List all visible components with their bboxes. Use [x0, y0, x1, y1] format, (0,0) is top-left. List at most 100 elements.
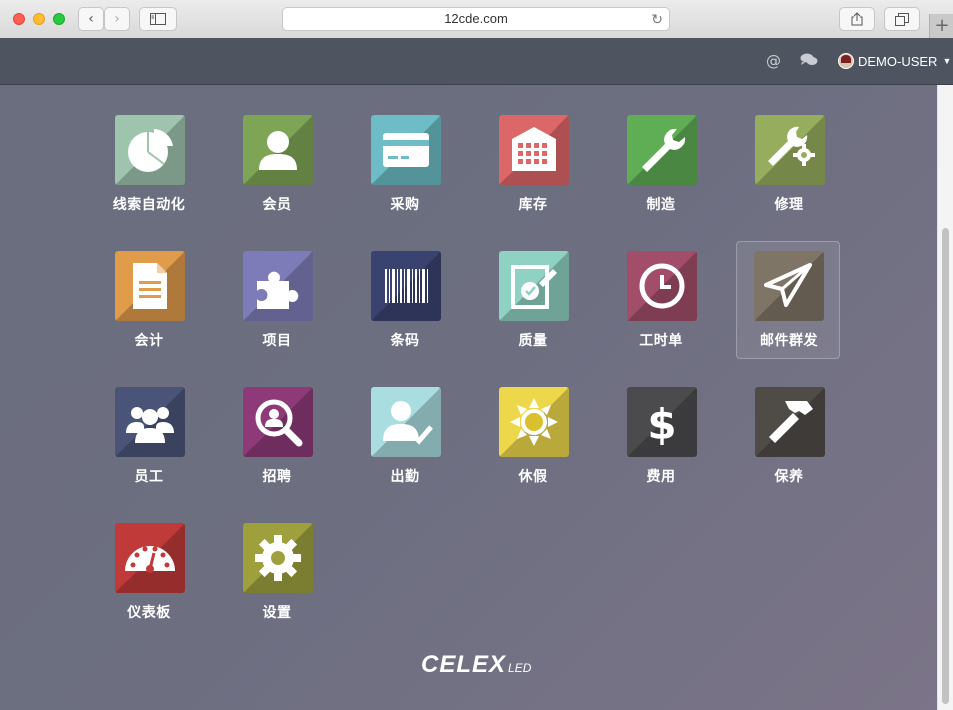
app-settings[interactable]: 设置 [225, 515, 329, 633]
app-tile [371, 251, 441, 321]
reload-icon[interactable]: ↻ [651, 8, 663, 30]
app-tile [627, 251, 697, 321]
app-tile [243, 523, 313, 593]
app-timesheet[interactable]: 工时单 [609, 243, 713, 361]
app-label: 会员 [262, 197, 292, 213]
app-label: 出勤 [390, 469, 420, 485]
user-menu[interactable]: DEMO-USER ▼ [838, 50, 951, 72]
minimize-window-button[interactable] [33, 13, 45, 25]
app-accounting[interactable]: 会计 [97, 243, 201, 361]
chevron-left-icon: ‹ [88, 11, 94, 27]
company-logo: CELEX LED [421, 651, 531, 679]
app-label: 休假 [518, 469, 548, 485]
credit-card-icon [383, 133, 429, 167]
app-navbar: @ DEMO-USER ▼ [0, 38, 953, 85]
app-label: 员工 [134, 469, 164, 485]
user-icon [259, 131, 297, 170]
sidebar-toggle-button[interactable] [139, 7, 177, 31]
app-barcode[interactable]: 条码 [353, 243, 457, 361]
browser-titlebar: ‹ › 12cde.com ↻ + [0, 0, 953, 39]
app-tile [754, 251, 824, 321]
app-tile [371, 115, 441, 185]
user-check-icon [383, 401, 433, 445]
app-tile [499, 251, 569, 321]
new-tab-button[interactable]: + [929, 14, 953, 38]
app-label: 会计 [134, 333, 164, 349]
app-mass-mailing[interactable]: 邮件群发 [736, 241, 840, 359]
app-tile: $ [627, 387, 697, 457]
app-tile [755, 387, 825, 457]
app-purchase[interactable]: 采购 [353, 107, 457, 225]
app-tile [627, 115, 697, 185]
app-maintenance[interactable]: 保养 [737, 379, 841, 497]
scrollbar-thumb[interactable] [942, 228, 949, 704]
app-leave[interactable]: 休假 [481, 379, 585, 497]
address-bar[interactable]: 12cde.com ↻ [282, 7, 670, 31]
paper-plane-icon [764, 263, 812, 307]
dashboard-icon [125, 546, 175, 573]
app-label: 邮件群发 [760, 333, 818, 349]
app-label: 修理 [774, 197, 804, 213]
app-quality[interactable]: 质量 [481, 243, 585, 361]
wrench-icon [642, 128, 686, 172]
logo-sub: LED [508, 661, 532, 675]
app-attendance[interactable]: 出勤 [353, 379, 457, 497]
app-employees[interactable]: 员工 [97, 379, 201, 497]
app-label: 仪表板 [127, 605, 171, 621]
caret-down-icon: ▼ [942, 56, 952, 66]
app-label: 招聘 [262, 469, 292, 485]
app-tile [115, 387, 185, 457]
app-expenses[interactable]: $ 费用 [609, 379, 713, 497]
app-manufacturing[interactable]: 制造 [609, 107, 713, 225]
url-text: 12cde.com [444, 11, 508, 26]
app-label: 制造 [646, 197, 676, 213]
close-window-button[interactable] [13, 13, 25, 25]
pie-chart-icon [128, 129, 173, 172]
share-button[interactable] [839, 7, 875, 31]
app-label: 工时单 [639, 333, 683, 349]
app-repair[interactable]: 修理 [737, 107, 841, 225]
sun-icon [510, 398, 558, 446]
tabs-overview-button[interactable] [884, 7, 920, 31]
app-tile [243, 251, 313, 321]
app-label: 线索自动化 [112, 197, 186, 213]
back-button[interactable]: ‹ [78, 7, 104, 31]
app-project[interactable]: 项目 [225, 243, 329, 361]
sidebar-icon [150, 13, 166, 25]
logo-main: CELEX [421, 651, 507, 678]
app-recruitment[interactable]: 招聘 [225, 379, 329, 497]
hammer-icon [769, 401, 813, 443]
document-icon [133, 263, 167, 309]
app-label: 采购 [390, 197, 420, 213]
app-dashboard[interactable]: 仪表板 [97, 515, 201, 633]
clock-icon [639, 263, 685, 309]
app-members[interactable]: 会员 [225, 107, 329, 225]
at-icon[interactable]: @ [766, 52, 781, 70]
svg-text:$: $ [647, 400, 676, 449]
app-tile [499, 115, 569, 185]
zoom-window-button[interactable] [53, 13, 65, 25]
chat-icon[interactable] [800, 53, 818, 67]
app-label: 质量 [518, 333, 548, 349]
app-label: 设置 [262, 605, 292, 621]
chevron-right-icon: › [114, 11, 120, 27]
wrench-gear-icon [768, 126, 815, 166]
barcode-icon [385, 269, 428, 303]
app-tile [115, 115, 185, 185]
users-icon [126, 407, 174, 443]
avatar [838, 53, 854, 69]
puzzle-icon [257, 271, 299, 309]
plus-icon: + [934, 15, 950, 36]
app-tile [755, 115, 825, 185]
app-label: 项目 [262, 333, 292, 349]
share-icon [851, 12, 863, 26]
warehouse-icon [512, 127, 556, 171]
user-name: DEMO-USER [858, 53, 938, 69]
app-tile [243, 387, 313, 457]
app-inventory[interactable]: 库存 [481, 107, 585, 225]
app-tile [115, 251, 185, 321]
quality-check-icon [511, 265, 557, 309]
app-label: 条码 [390, 333, 420, 349]
forward-button[interactable]: › [104, 7, 130, 31]
app-leads[interactable]: 线索自动化 [97, 107, 201, 225]
